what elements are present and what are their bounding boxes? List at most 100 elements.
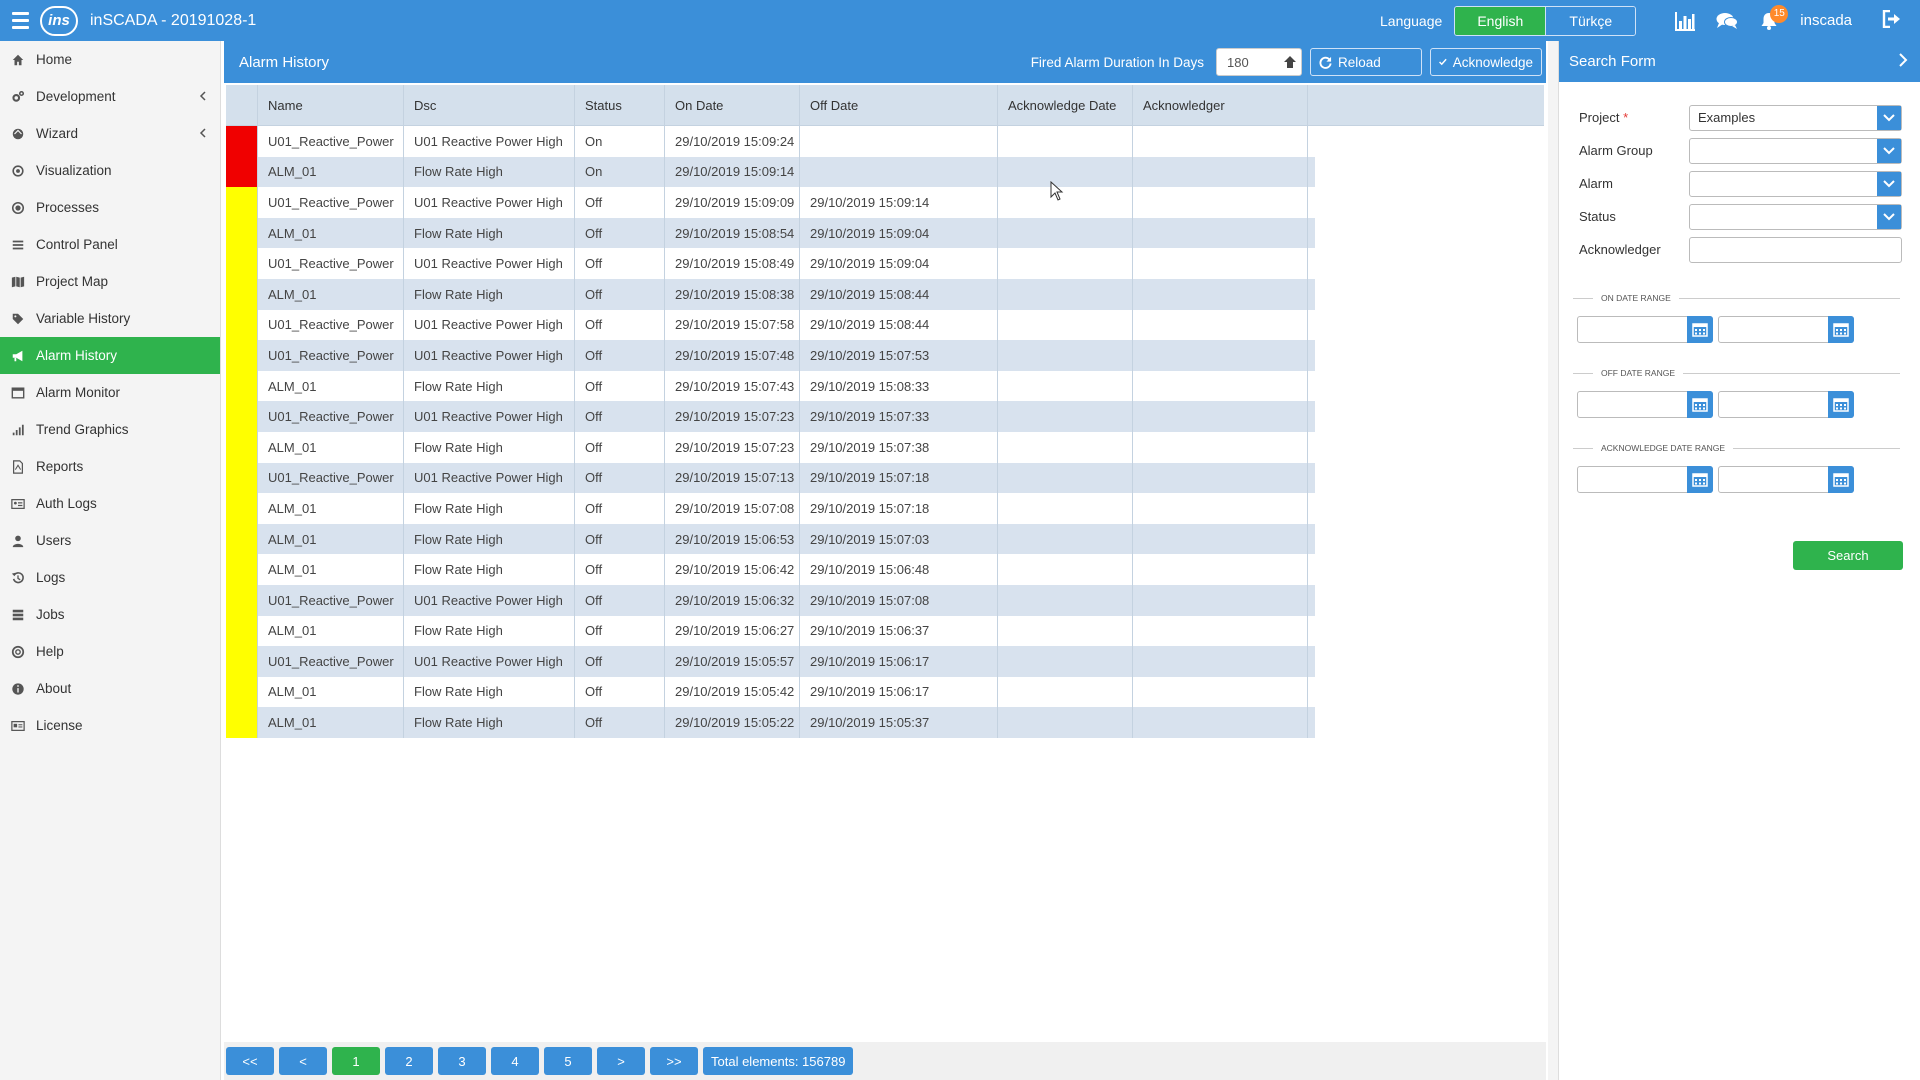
language-english-button[interactable]: English — [1455, 6, 1546, 35]
first-page-button[interactable]: << — [226, 1047, 274, 1075]
table-row[interactable]: U01_Reactive_Power U01 Reactive Power Hig… — [226, 646, 1315, 677]
table-row[interactable]: ALM_01 Flow Rate High On 29/10/2019 15:09:1… — [226, 156, 1315, 188]
table-row[interactable]: U01_Reactive_Power U01 Reactive Power Hig… — [226, 462, 1315, 494]
user-name[interactable]: inscada — [1800, 12, 1852, 29]
sidebar-item-label: Home — [36, 52, 73, 67]
cell-dsc: U01 Reactive Power High — [404, 126, 575, 157]
prev-page-button[interactable]: < — [279, 1047, 327, 1075]
sidebar-item-visualization[interactable]: Visualization — [0, 152, 220, 189]
sidebar-item-development[interactable]: Development — [0, 78, 220, 115]
logout-icon[interactable] — [1882, 9, 1902, 31]
column-header-dsc[interactable]: Dsc — [404, 85, 575, 126]
table-row[interactable]: ALM_01 Flow Rate High Off 29/10/2019 15:06:… — [226, 615, 1315, 647]
sidebar-item-jobs[interactable]: Jobs — [0, 596, 220, 633]
table-row[interactable]: U01_Reactive_Power U01 Reactive Power Hig… — [226, 309, 1315, 341]
sidebar-item-logs[interactable]: Logs — [0, 559, 220, 596]
on-date-to-input[interactable] — [1718, 316, 1854, 343]
last-page-button[interactable]: >> — [650, 1047, 698, 1075]
bar-chart-icon[interactable] — [1664, 0, 1706, 41]
table-row[interactable]: U01_Reactive_Power U01 Reactive Power Hig… — [226, 401, 1315, 432]
table-row[interactable]: ALM_01 Flow Rate High Off 29/10/2019 15:06:… — [226, 523, 1315, 555]
search-button[interactable]: Search — [1793, 541, 1903, 570]
alarm-group-select[interactable] — [1689, 137, 1902, 164]
table-row[interactable]: ALM_01 Flow Rate High Off 29/10/2019 15:07:… — [226, 431, 1315, 463]
cell-off-date: 29/10/2019 15:09:04 — [800, 217, 998, 249]
column-header-flag[interactable] — [226, 85, 258, 126]
page-button-1[interactable]: 1 — [332, 1047, 380, 1075]
table-row[interactable]: ALM_01 Flow Rate High Off 29/10/2019 15:07:… — [226, 493, 1315, 524]
page-button-5[interactable]: 5 — [544, 1047, 592, 1075]
ack-date-from-input[interactable] — [1577, 466, 1713, 493]
column-header-name[interactable]: Name — [258, 85, 404, 126]
arrow-up-icon[interactable] — [1279, 55, 1301, 69]
chevron-down-icon[interactable] — [1877, 105, 1901, 130]
chevron-down-icon[interactable] — [1877, 138, 1901, 163]
calendar-icon[interactable] — [1828, 316, 1854, 343]
table-row[interactable]: ALM_01 Flow Rate High Off 29/10/2019 15:05:… — [226, 676, 1315, 708]
chevron-down-icon[interactable] — [1877, 204, 1901, 229]
sidebar-item-control-panel[interactable]: Control Panel — [0, 226, 220, 263]
calendar-icon[interactable] — [1828, 466, 1854, 493]
sidebar-item-trend-graphics[interactable]: Trend Graphics — [0, 411, 220, 448]
off-date-from-input[interactable] — [1577, 391, 1713, 418]
sidebar-item-license[interactable]: License — [0, 707, 220, 744]
alarm-status-indicator — [226, 523, 258, 555]
sidebar-item-home[interactable]: Home — [0, 41, 220, 78]
next-page-button[interactable]: > — [597, 1047, 645, 1075]
calendar-icon[interactable] — [1687, 391, 1713, 418]
cell-on-date: 29/10/2019 15:09:14 — [665, 156, 800, 188]
status-select[interactable] — [1689, 203, 1902, 230]
table-row[interactable]: U01_Reactive_Power U01 Reactive Power Hig… — [226, 340, 1315, 371]
cell-off-date: 29/10/2019 15:06:37 — [800, 615, 998, 647]
column-header-acknowledger[interactable]: Acknowledger — [1133, 85, 1308, 126]
table-row[interactable]: ALM_01 Flow Rate High Off 29/10/2019 15:06:… — [226, 554, 1315, 585]
chevron-down-icon[interactable] — [1877, 171, 1901, 196]
acknowledge-button[interactable]: Acknowledge — [1430, 48, 1542, 76]
panel-splitter[interactable] — [1548, 41, 1558, 1080]
table-row[interactable]: ALM_01 Flow Rate High Off 29/10/2019 15:08:… — [226, 278, 1315, 310]
table-row[interactable]: U01_Reactive_Power U01 Reactive Power Hig… — [226, 584, 1315, 616]
sidebar-item-auth-logs[interactable]: Auth Logs — [0, 485, 220, 522]
off-date-to-input[interactable] — [1718, 391, 1854, 418]
language-turkish-button[interactable]: Türkçe — [1545, 6, 1636, 35]
ack-date-to-input[interactable] — [1718, 466, 1854, 493]
reload-button[interactable]: Reload — [1310, 48, 1422, 76]
sidebar-item-alarm-history[interactable]: Alarm History — [0, 337, 220, 374]
table-row[interactable]: ALM_01 Flow Rate High Off 29/10/2019 15:08:… — [226, 217, 1315, 249]
sidebar-item-variable-history[interactable]: Variable History — [0, 300, 220, 337]
sidebar-item-wizard[interactable]: Wizard — [0, 115, 220, 152]
calendar-icon[interactable] — [1687, 316, 1713, 343]
sidebar-item-users[interactable]: Users — [0, 522, 220, 559]
project-select[interactable]: Examples — [1689, 104, 1902, 131]
on-date-from-input[interactable] — [1577, 316, 1713, 343]
table-row[interactable]: ALM_01 Flow Rate High Off 29/10/2019 15:05:… — [226, 707, 1315, 738]
calendar-icon[interactable] — [1828, 391, 1854, 418]
page-button-2[interactable]: 2 — [385, 1047, 433, 1075]
acknowledger-input[interactable] — [1689, 236, 1902, 263]
page-button-4[interactable]: 4 — [491, 1047, 539, 1075]
column-header-off-date[interactable]: Off Date — [800, 85, 998, 126]
chevron-right-icon[interactable] — [1899, 52, 1908, 71]
sidebar-item-help[interactable]: Help — [0, 633, 220, 670]
alarm-select[interactable] — [1689, 170, 1902, 197]
sidebar-item-alarm-monitor[interactable]: Alarm Monitor — [0, 374, 220, 411]
cell-acknowledger — [1133, 584, 1308, 616]
table-row[interactable]: U01_Reactive_Power U01 Reactive Power Hig… — [226, 187, 1315, 218]
table-row[interactable]: U01_Reactive_Power U01 Reactive Power Hig… — [226, 248, 1315, 279]
hamburger-menu-icon[interactable] — [2, 0, 38, 41]
table-row[interactable]: U01_Reactive_Power U01 Reactive Power Hig… — [226, 126, 1315, 157]
column-header-on-date[interactable]: On Date — [665, 85, 800, 126]
calendar-icon[interactable] — [1687, 466, 1713, 493]
sidebar-item-reports[interactable]: Reports — [0, 448, 220, 485]
bell-icon[interactable]: 15 — [1748, 0, 1790, 41]
sidebar-item-about[interactable]: About — [0, 670, 220, 707]
table-row[interactable]: ALM_01 Flow Rate High Off 29/10/2019 15:07:… — [226, 370, 1315, 402]
fired-duration-input[interactable]: 180 — [1216, 48, 1302, 76]
column-header-acknowledge-date[interactable]: Acknowledge Date — [998, 85, 1133, 126]
column-header-status[interactable]: Status — [575, 85, 665, 126]
page-button-3[interactable]: 3 — [438, 1047, 486, 1075]
sidebar-item-processes[interactable]: Processes — [0, 189, 220, 226]
acknowledger-field-row: Acknowledger — [1559, 233, 1920, 266]
sidebar-item-project-map[interactable]: Project Map — [0, 263, 220, 300]
chat-icon[interactable] — [1706, 0, 1748, 41]
